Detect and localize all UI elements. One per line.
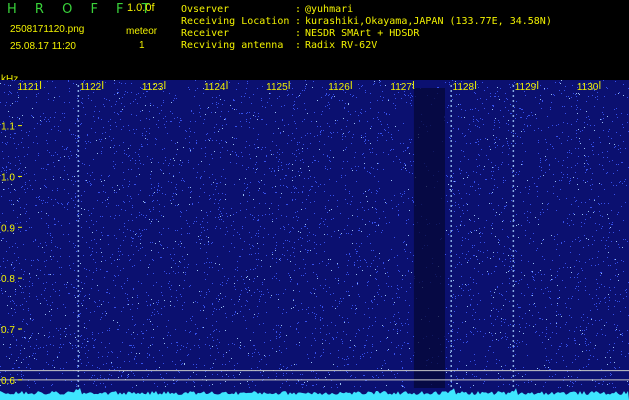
header-panel: H R O F F T 1.0.0f 2508171120.png 25.08.… [0, 0, 629, 80]
location-key: Receiving Location [181, 16, 290, 27]
y-tick-label-0.6: 0.6 [1, 376, 15, 387]
antenna-value: Radix RV-62V [305, 40, 378, 51]
y-tick-label-0.7: 0.7 [1, 325, 15, 336]
version-label: 1.0.0f [127, 2, 155, 14]
location-colon: : [295, 16, 302, 27]
y-tick-label-1.1: 1.1 [1, 122, 15, 133]
receiver-value: NESDR SMArt + HDSDR [305, 28, 420, 39]
receiver-colon: : [295, 28, 302, 39]
x-tick-label-1126: 1126 [328, 82, 350, 93]
dark-frequency-band [413, 88, 445, 388]
y-tick-label-1.0: 1.0 [1, 172, 15, 183]
observer-colon: : [295, 4, 302, 15]
x-tick-label-1127: 1127 [390, 82, 412, 93]
x-tick-label-1129: 1129 [515, 82, 537, 93]
x-tick-label-1130: 1130 [577, 82, 599, 93]
x-tick-label-1128: 1128 [453, 82, 475, 93]
meteor-count-label: meteor [126, 26, 158, 37]
y-tick-label-0.8: 0.8 [1, 274, 15, 285]
receiver-key: Receiver [181, 28, 230, 39]
filename-label: 2508171120.png [10, 24, 85, 35]
antenna-colon: : [295, 40, 302, 51]
antenna-key: Recviving antenna [181, 40, 284, 51]
band-layer [413, 88, 445, 388]
location-value: kurashiki,Okayama,JAPAN (133.77E, 34.58N… [305, 16, 552, 27]
x-tick-label-1125: 1125 [266, 82, 288, 93]
x-tick-label-1121: 1121 [18, 82, 40, 93]
timestamp-label: 25.08.17 11:20 [10, 41, 76, 52]
y-tick-label-0.9: 0.9 [1, 223, 15, 234]
x-tick-label-1124: 1124 [204, 82, 226, 93]
observer-key: Ovserver [181, 4, 230, 15]
observer-value: @yuhmari [305, 4, 354, 15]
meteor-count-value: 1 [139, 40, 145, 51]
x-tick-label-1123: 1123 [142, 82, 164, 93]
x-tick-label-1122: 1122 [80, 82, 102, 93]
spectrogram: 1121 1122 1123 1124 1125 1126 1127 1128 1129 1130… [0, 80, 629, 400]
